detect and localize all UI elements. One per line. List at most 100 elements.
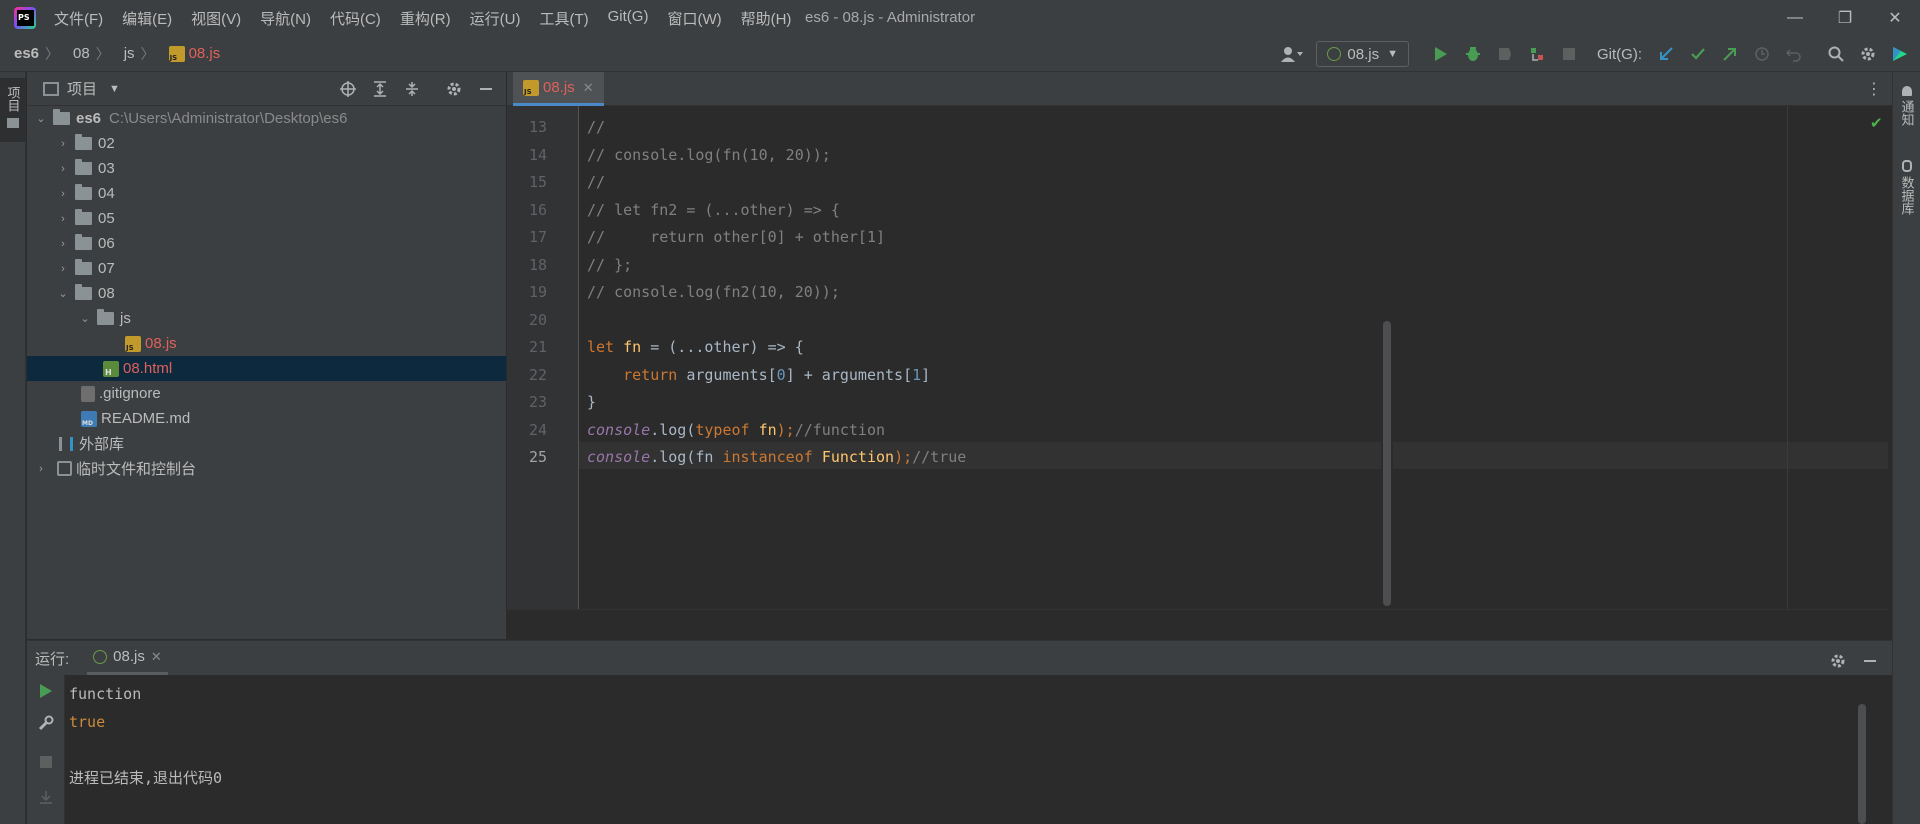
menu-bar: 文件(F) 编辑(E) 视图(V) 导航(N) 代码(C) 重构(R) 运行(U) 工具(T)… xyxy=(54,8,810,29)
tree-item-folder[interactable]: › 04 xyxy=(27,181,506,206)
run-panel-side-toolbar xyxy=(27,675,65,824)
app-logo[interactable] xyxy=(14,7,36,29)
plugin-logo-icon[interactable] xyxy=(1886,40,1914,68)
menu-item[interactable]: 重构(R) xyxy=(400,8,451,29)
line-number: 24 xyxy=(528,420,547,439)
close-button[interactable]: ✕ xyxy=(1870,0,1920,36)
code-line: // }; xyxy=(587,252,632,279)
folder-icon xyxy=(75,259,92,275)
run-config-selector[interactable]: 08.js ▼ xyxy=(1316,41,1409,67)
tree-item-folder-js[interactable]: ⌄ js xyxy=(27,306,506,331)
tree-item-label: 05 xyxy=(98,210,115,227)
menu-item[interactable]: 工具(T) xyxy=(539,8,588,29)
inspection-ok-icon[interactable]: ✔ xyxy=(1870,114,1883,132)
close-icon[interactable]: ✕ xyxy=(583,80,594,96)
chevron-right-icon: › xyxy=(61,187,65,200)
tree-item-root[interactable]: ⌄ es6 C:\Users\Administrator\Desktop\es6 xyxy=(27,106,506,131)
menu-item[interactable]: 视图(V) xyxy=(191,8,241,29)
line-number: 13 xyxy=(528,118,547,136)
tree-item-folder[interactable]: › 05 xyxy=(27,206,506,231)
gear-icon[interactable] xyxy=(1854,40,1882,68)
gear-icon[interactable] xyxy=(440,75,468,103)
breadcrumb-folder-js[interactable]: js 〉 xyxy=(124,44,155,64)
minimize-button[interactable]: — xyxy=(1770,0,1820,36)
code-token: // return other[0] + other[1] xyxy=(587,228,886,246)
tree-item-readme[interactable]: README.md xyxy=(27,406,506,431)
code-token: arguments[ xyxy=(686,365,777,384)
expand-all-icon[interactable] xyxy=(366,75,394,103)
tree-item-folder[interactable]: › 02 xyxy=(27,131,506,156)
tree-item-folder[interactable]: › 07 xyxy=(27,256,506,281)
wrench-icon[interactable] xyxy=(27,715,65,735)
editor-scrollbar[interactable] xyxy=(1381,106,1393,609)
git-update-icon[interactable] xyxy=(1652,40,1680,68)
chevron-right-icon: › xyxy=(39,462,43,475)
user-icon[interactable] xyxy=(1278,40,1306,68)
window-icon xyxy=(43,81,59,96)
menu-item[interactable]: 编辑(E) xyxy=(122,8,172,29)
gear-icon[interactable] xyxy=(1824,647,1852,675)
run-tab-08-js[interactable]: 08.js ✕ xyxy=(87,641,168,675)
tree-item-folder-08[interactable]: ⌄ 08 xyxy=(27,281,506,306)
history-icon[interactable] xyxy=(1748,40,1776,68)
run-config-label: 08.js xyxy=(1347,45,1380,63)
notifications-tool-tab[interactable]: 通知 xyxy=(1893,82,1920,126)
run-icon[interactable] xyxy=(1427,40,1455,68)
menu-item[interactable]: 代码(C) xyxy=(330,8,381,29)
project-view-selector[interactable]: 项目 ▼ xyxy=(43,78,120,99)
menu-item[interactable]: 窗口(W) xyxy=(667,8,721,29)
search-icon[interactable] xyxy=(1822,40,1850,68)
rerun-icon[interactable] xyxy=(27,683,65,703)
menu-item[interactable]: Git(G) xyxy=(608,8,649,29)
menu-item[interactable]: 帮助(H) xyxy=(741,8,792,29)
tree-item-external-libs[interactable]: 外部库 xyxy=(27,431,506,456)
menu-item[interactable]: 导航(N) xyxy=(260,8,311,29)
run-panel-header: 运行: 08.js ✕ xyxy=(27,641,1892,675)
restore-button[interactable]: ❐ xyxy=(1820,0,1870,36)
more-options-icon[interactable]: ⋮ xyxy=(1866,79,1882,99)
coverage-icon[interactable] xyxy=(1491,40,1519,68)
code-editor[interactable]: 13 14 15 16 17 18 19 20 21 22 23 24 25 // // console.… xyxy=(507,106,1888,609)
stop-icon[interactable] xyxy=(1555,40,1583,68)
collapse-all-icon[interactable] xyxy=(398,75,426,103)
profiler-icon[interactable] xyxy=(1523,40,1551,68)
tab-08-js[interactable]: 08.js ✕ xyxy=(513,72,604,106)
git-push-icon[interactable] xyxy=(1716,40,1744,68)
git-commit-icon[interactable] xyxy=(1684,40,1712,68)
tree-item-scratches[interactable]: › 临时文件和控制台 xyxy=(27,456,506,481)
js-file-icon xyxy=(125,335,141,352)
code-token: 0 xyxy=(776,365,786,384)
scrollbar-thumb[interactable] xyxy=(1383,321,1391,606)
menu-item[interactable]: 文件(F) xyxy=(54,8,103,29)
stop-icon[interactable] xyxy=(27,755,65,773)
locate-icon[interactable] xyxy=(334,75,362,103)
close-icon[interactable]: ✕ xyxy=(151,649,162,665)
database-tool-tab[interactable]: 数据库 xyxy=(1893,156,1920,215)
breadcrumb-file[interactable]: 08.js xyxy=(168,45,220,62)
tree-item-file-html[interactable]: 08.html xyxy=(27,356,506,381)
code-token: } xyxy=(587,393,597,411)
breadcrumb-project[interactable]: es6 〉 xyxy=(14,44,59,64)
tree-item-gitignore[interactable]: .gitignore xyxy=(27,381,506,406)
breadcrumb-folder-08[interactable]: 08 〉 xyxy=(73,44,110,64)
project-tool-tab[interactable]: 项目 xyxy=(0,78,26,142)
tree-item-file-js[interactable]: 08.js xyxy=(27,331,506,356)
rollback-icon[interactable] xyxy=(1780,40,1808,68)
scroll-to-end-icon[interactable] xyxy=(27,789,65,809)
project-panel: 项目 ▼ ⌄ es6 C:\Users\Administrator\Deskto… xyxy=(27,72,506,639)
code-token: ] xyxy=(921,365,931,384)
code-token: console xyxy=(587,448,651,466)
hide-panel-icon[interactable] xyxy=(472,75,500,103)
console-scrollbar[interactable] xyxy=(1858,704,1866,824)
chevron-down-icon: ▼ xyxy=(1387,48,1398,60)
tree-item-folder[interactable]: › 03 xyxy=(27,156,506,181)
debug-icon[interactable] xyxy=(1459,40,1487,68)
code-token: typeof xyxy=(695,420,759,439)
code-token: //true xyxy=(912,448,967,466)
chevron-down-icon: ⌄ xyxy=(58,288,68,300)
hide-panel-icon[interactable] xyxy=(1856,647,1884,675)
code-token: ); xyxy=(894,448,913,466)
tree-item-folder[interactable]: › 06 xyxy=(27,231,506,256)
line-number: 19 xyxy=(528,283,547,301)
menu-item[interactable]: 运行(U) xyxy=(470,8,521,29)
